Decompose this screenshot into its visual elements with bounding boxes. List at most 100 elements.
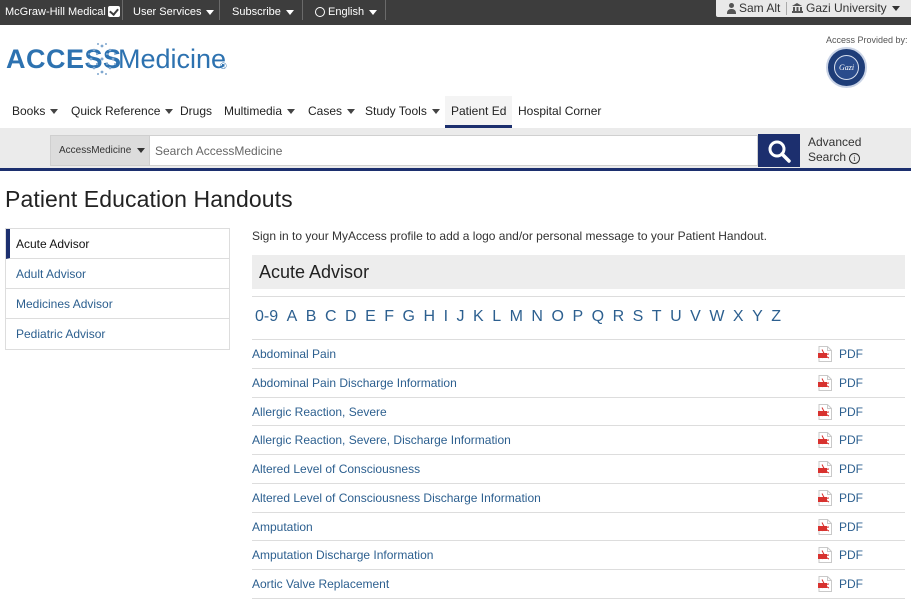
alphabet-letter-link[interactable]: T xyxy=(652,308,662,330)
alphabet-letter-link[interactable]: Y xyxy=(752,308,763,330)
pdf-file-icon xyxy=(818,346,832,362)
nav-hospital-corner-label: Hospital Corner xyxy=(518,104,602,118)
alphabet-letter-link[interactable]: Q xyxy=(592,308,604,330)
pdf-file-icon xyxy=(818,547,832,564)
user-account-link[interactable]: Sam Alt xyxy=(727,0,780,17)
handout-title-link[interactable]: Abdominal Pain xyxy=(252,347,336,361)
pdf-download-link[interactable]: PDF xyxy=(818,518,863,535)
nav-patient-ed[interactable]: Patient Ed xyxy=(445,96,513,128)
handout-title-link[interactable]: Amputation xyxy=(252,520,313,534)
advanced-search-link[interactable]: Advanced Search i xyxy=(808,135,861,165)
handout-title-link[interactable]: Altered Level of Consciousness xyxy=(252,462,420,476)
nav-drugs-label: Drugs xyxy=(180,104,213,118)
pdf-file-icon xyxy=(818,403,832,420)
nav-cases[interactable]: Cases xyxy=(308,96,356,128)
alphabet-letter-link[interactable]: P xyxy=(572,308,583,330)
access-medicine-logo[interactable]: ACCESS Medicine ® xyxy=(6,40,231,80)
advanced-search-line1: Advanced xyxy=(808,135,862,149)
handout-title-link[interactable]: Altered Level of Consciousness Discharge… xyxy=(252,491,541,505)
divider xyxy=(302,0,303,20)
pdf-label: PDF xyxy=(839,347,863,361)
brand-link[interactable]: McGraw-Hill Medical xyxy=(5,0,120,25)
handout-title-link[interactable]: Allergic Reaction, Severe xyxy=(252,405,387,419)
pdf-download-link[interactable]: PDF xyxy=(818,432,863,449)
pdf-file-icon xyxy=(818,518,832,535)
sidenav-pediatric-advisor[interactable]: Pediatric Advisor xyxy=(6,319,229,349)
advanced-search-line2-wrap: Search i xyxy=(808,150,861,165)
handout-title-link[interactable]: Aortic Valve Replacement xyxy=(252,577,389,591)
alphabet-letter-link[interactable]: W xyxy=(709,308,724,330)
user-services-menu[interactable]: User Services xyxy=(133,0,215,25)
search-scope-select[interactable]: AccessMedicine xyxy=(50,135,150,166)
nav-multimedia[interactable]: Multimedia xyxy=(224,96,296,128)
alphabet-letter-link[interactable]: A xyxy=(287,308,298,330)
alphabet-letter-link[interactable]: C xyxy=(325,308,337,330)
alphabet-letter-link[interactable]: L xyxy=(492,308,501,330)
alphabet-letter-link[interactable]: I xyxy=(444,308,448,330)
search-button[interactable] xyxy=(758,134,800,167)
alphabet-letter-link[interactable]: V xyxy=(690,308,701,330)
alphabet-letter-link[interactable]: K xyxy=(473,308,484,330)
alphabet-letter-link[interactable]: E xyxy=(365,308,376,330)
pdf-file-icon xyxy=(818,576,832,592)
alphabet-letter-link[interactable]: S xyxy=(633,308,644,330)
brand-label: McGraw-Hill Medical xyxy=(5,6,106,18)
alphabet-letter-link[interactable]: Z xyxy=(771,308,781,330)
alphabet-letter-link[interactable]: D xyxy=(345,308,357,330)
search-scope-label: AccessMedicine xyxy=(59,145,132,156)
institution-icon xyxy=(792,3,803,13)
pdf-download-link[interactable]: PDF xyxy=(818,374,863,391)
alphabet-letter-link[interactable]: J xyxy=(457,308,465,330)
signin-message: Sign in to your MyAccess profile to add … xyxy=(252,229,767,243)
alphabet-letter-link[interactable]: B xyxy=(306,308,317,330)
user-name: Sam Alt xyxy=(739,1,781,15)
alphabet-letter-link[interactable]: G xyxy=(403,308,415,330)
nav-hospital-corner[interactable]: Hospital Corner xyxy=(518,96,601,128)
handout-title-link[interactable]: Allergic Reaction, Severe, Discharge Inf… xyxy=(252,433,511,447)
alphabet-letter-link[interactable]: R xyxy=(613,308,625,330)
page-title: Patient Education Handouts xyxy=(5,186,293,212)
alphabet-letter-link[interactable]: H xyxy=(424,308,436,330)
search-icon xyxy=(768,140,791,163)
logo-medicine-text: Medicine xyxy=(118,44,227,74)
nav-drugs[interactable]: Drugs xyxy=(180,96,212,128)
search-input[interactable] xyxy=(150,135,758,166)
institution-menu[interactable]: Gazi University xyxy=(792,0,900,17)
alphabet-letter-link[interactable]: F xyxy=(384,308,394,330)
nav-study-tools[interactable]: Study Tools xyxy=(365,96,440,128)
handout-row: Altered Level of Consciousness PDF xyxy=(252,455,905,484)
advanced-search-line2: Search xyxy=(808,150,847,164)
divider xyxy=(219,0,220,20)
divider xyxy=(786,2,787,15)
alphabet-letter-link[interactable]: M xyxy=(510,308,523,330)
checkbox-mail-icon xyxy=(107,6,120,17)
pdf-download-link[interactable]: PDF xyxy=(818,547,863,564)
subscribe-label: Subscribe xyxy=(232,6,281,18)
pdf-file-icon xyxy=(818,432,832,449)
pdf-download-link[interactable]: PDF xyxy=(818,489,863,506)
sidenav-adult-advisor[interactable]: Adult Advisor xyxy=(6,259,229,289)
alphabet-letter-link[interactable]: 0-9 xyxy=(255,308,278,330)
pdf-download-link[interactable]: PDF xyxy=(818,346,863,362)
sidenav-acute-advisor[interactable]: Acute Advisor xyxy=(6,229,229,259)
subscribe-menu[interactable]: Subscribe xyxy=(232,0,294,25)
alphabet-letter-link[interactable]: X xyxy=(733,308,744,330)
handout-title-link[interactable]: Amputation Discharge Information xyxy=(252,548,433,562)
language-menu[interactable]: English xyxy=(315,0,378,25)
handout-row: Aortic Valve Replacement PDF xyxy=(252,570,905,599)
globe-icon xyxy=(315,7,325,17)
alphabet-letter-link[interactable]: N xyxy=(531,308,543,330)
nav-books[interactable]: Books xyxy=(12,96,59,128)
sidenav-medicines-advisor[interactable]: Medicines Advisor xyxy=(6,289,229,319)
alphabet-letter-link[interactable]: O xyxy=(551,308,563,330)
main-nav: Books Quick Reference Drugs Multimedia C… xyxy=(0,96,911,128)
pdf-download-link[interactable]: PDF xyxy=(818,576,863,592)
nav-quick-reference[interactable]: Quick Reference xyxy=(71,96,174,128)
handout-title-link[interactable]: Abdominal Pain Discharge Information xyxy=(252,376,457,390)
handout-row: Abdominal Pain PDF xyxy=(252,340,905,369)
user-services-label: User Services xyxy=(133,6,202,18)
info-icon[interactable]: i xyxy=(849,153,861,164)
pdf-download-link[interactable]: PDF xyxy=(818,461,863,477)
pdf-download-link[interactable]: PDF xyxy=(818,403,863,420)
alphabet-letter-link[interactable]: U xyxy=(670,308,682,330)
